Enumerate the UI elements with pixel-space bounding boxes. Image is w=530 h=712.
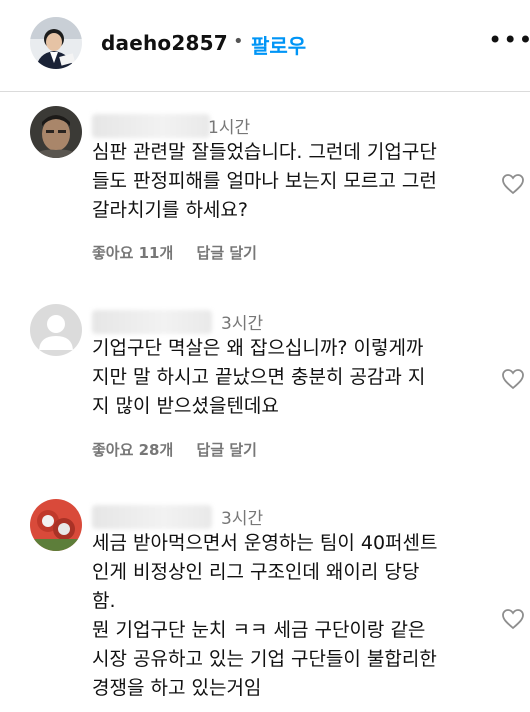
comment-item: 3시간 기업구단 멱살은 왜 잡으십니까? 이렇게까 지만 말 하시고 끝났으면… (0, 292, 530, 477)
reply-button[interactable]: 답글 달기 (197, 244, 257, 262)
commenter-name-blurred[interactable] (92, 114, 210, 138)
heart-icon[interactable] (500, 367, 526, 391)
post-header: daeho2857 • 팔로우 ••• (0, 0, 530, 92)
commenter-avatar-image (30, 106, 82, 158)
commenter-name-blurred[interactable] (92, 310, 212, 334)
heart-icon[interactable] (500, 607, 526, 631)
like-count[interactable]: 좋아요 11개 (92, 244, 173, 262)
author-avatar[interactable] (30, 17, 82, 69)
comment-text: 심판 관련말 잘들었습니다. 그런데 기업구단 들도 판정피해를 얼마나 보는지… (92, 141, 437, 221)
comment-text: 세금 받아먹으면서 운영하는 팀이 40퍼센트 인게 비정상인 리그 구조인데 … (92, 532, 438, 699)
comment-actions: 좋아요 11개 답글 달기 (92, 242, 275, 263)
commenter-avatar[interactable] (30, 499, 82, 551)
comment-item: 1시간 심판 관련말 잘들었습니다. 그런데 기업구단 들도 판정피해를 얼마나… (0, 92, 530, 282)
commenter-name-blurred[interactable] (92, 505, 212, 529)
comment-time: 1시간 (208, 118, 251, 138)
header-separator: • (233, 31, 244, 52)
default-avatar-icon (30, 304, 82, 356)
follow-button[interactable]: 팔로우 (251, 30, 306, 59)
more-options-icon[interactable]: ••• (488, 26, 530, 54)
author-avatar-image (30, 17, 82, 69)
comment-time: 3시간 (221, 314, 264, 334)
comment-item: 3시간 세금 받아먹으면서 운영하는 팀이 40퍼센트 인게 비정상인 리그 구… (0, 487, 530, 712)
commenter-avatar[interactable] (30, 106, 82, 158)
commenter-avatar[interactable] (30, 304, 82, 356)
like-count[interactable]: 좋아요 28개 (92, 441, 173, 459)
heart-icon[interactable] (500, 172, 526, 196)
comment-actions: 좋아요 28개 답글 달기 (92, 439, 275, 460)
author-username[interactable]: daeho2857 (101, 31, 228, 55)
commenter-avatar-image (30, 499, 82, 551)
reply-button[interactable]: 답글 달기 (197, 441, 257, 459)
comment-time: 3시간 (221, 509, 264, 529)
comment-text: 기업구단 멱살은 왜 잡으십니까? 이렇게까 지만 말 하시고 끝났으면 충분히… (92, 337, 426, 417)
